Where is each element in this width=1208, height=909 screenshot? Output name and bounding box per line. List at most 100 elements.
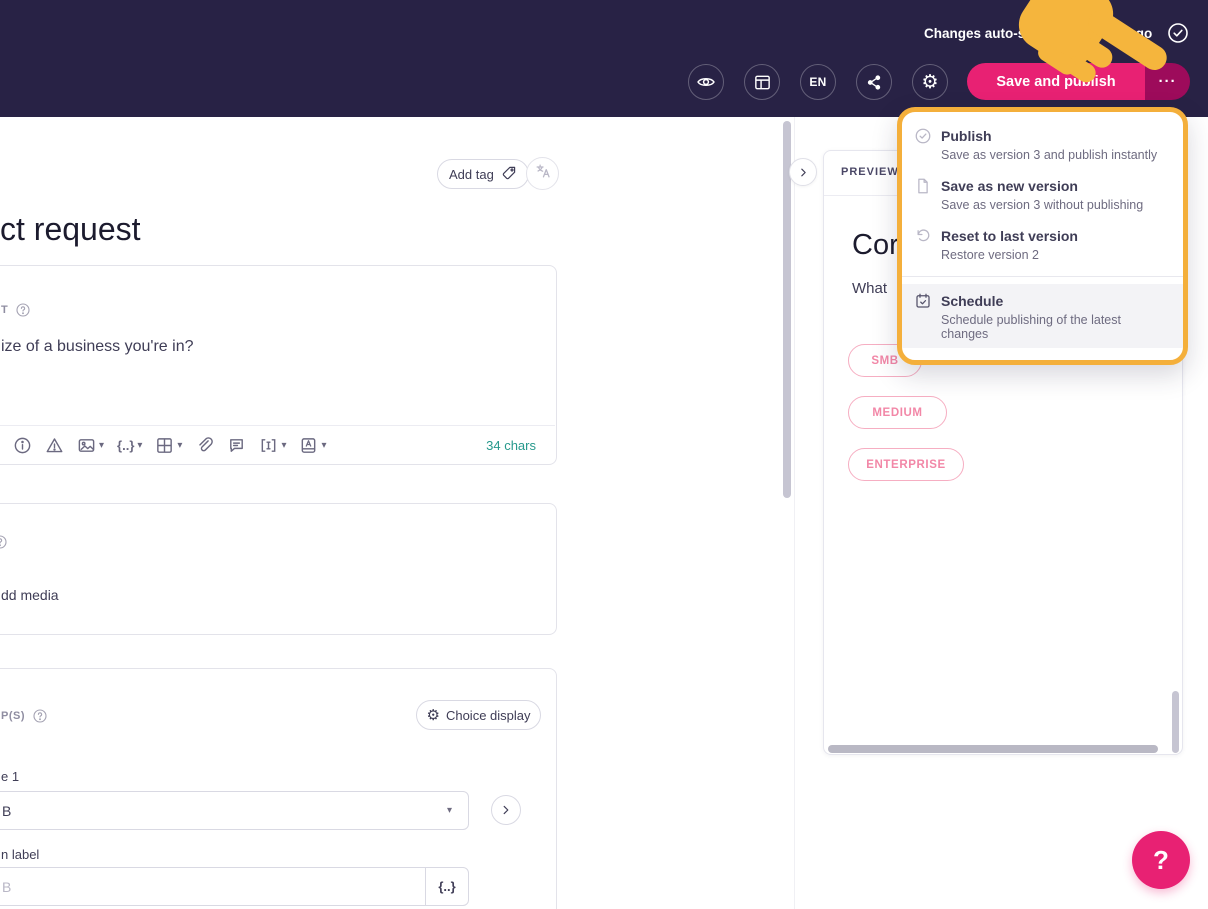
gear-icon: ⚙ xyxy=(921,71,939,93)
menu-item-subtitle: Restore version 2 xyxy=(941,248,1039,262)
preview-question-heading: Cor xyxy=(852,229,899,261)
chevron-down-icon: ▾ xyxy=(321,440,327,451)
preview-question-text: What xyxy=(852,280,888,297)
add-media-button[interactable]: dd media xyxy=(1,587,59,603)
save-and-publish-button[interactable]: Save and publish xyxy=(967,63,1145,100)
table-icon xyxy=(157,438,173,453)
menu-item-title: Publish xyxy=(941,128,992,144)
choice-1-value: B xyxy=(2,802,12,819)
menu-divider xyxy=(902,276,1183,277)
library-button[interactable]: ▾ xyxy=(299,436,327,455)
choice-display-label: Choice display xyxy=(445,707,531,723)
eye-icon xyxy=(696,72,716,92)
question-label-row: T xyxy=(1,302,31,318)
answers-help-icon[interactable] xyxy=(32,708,48,724)
question-label: T xyxy=(1,304,9,316)
button-label-input[interactable] xyxy=(0,868,425,905)
preview-horizontal-scrollbar[interactable] xyxy=(828,745,1158,753)
choice-1-select[interactable]: B ▾ xyxy=(0,791,469,830)
insert-image-button[interactable]: ▾ xyxy=(77,436,104,455)
chevron-right-icon xyxy=(503,805,509,815)
menu-item-subtitle: Save as version 3 without publishing xyxy=(941,198,1144,212)
gear-icon: ⚙ xyxy=(426,706,440,724)
variables-icon: {..} xyxy=(117,438,135,453)
translate-button[interactable] xyxy=(526,157,559,190)
save-split-button: Save and publish ··· xyxy=(967,63,1190,100)
survey-title[interactable]: ct request xyxy=(0,211,141,248)
choice-pill-medium[interactable]: MEDIUM xyxy=(848,396,947,429)
save-options-menu: Publish Save as version 3 and publish in… xyxy=(897,107,1188,365)
undo-icon xyxy=(914,227,932,245)
insert-variable-button[interactable]: {..} ▾ xyxy=(117,438,142,453)
settings-button[interactable]: ⚙ xyxy=(912,64,948,100)
layout-icon xyxy=(753,73,772,92)
language-button[interactable]: EN xyxy=(800,64,836,100)
tag-icon xyxy=(501,165,517,184)
question-card: T ize of a business you're in? ▾ {..} ▾ … xyxy=(0,265,557,465)
autosave-check-icon xyxy=(1166,21,1190,45)
button-label-input-group: {..} xyxy=(0,867,469,906)
info-icon xyxy=(14,437,31,454)
menu-item-subtitle: Save as version 3 and publish instantly xyxy=(941,148,1158,162)
comment-button[interactable] xyxy=(227,436,246,455)
help-button[interactable]: ? xyxy=(1132,831,1190,889)
attach-file-button[interactable] xyxy=(195,436,214,455)
answers-label-row: P(S) xyxy=(1,708,48,724)
choice-1-next-step-button[interactable] xyxy=(491,795,521,825)
language-badge: EN xyxy=(809,75,827,89)
media-help-icon[interactable] xyxy=(0,534,8,550)
panel-divider xyxy=(794,117,795,909)
calendar-check-icon xyxy=(914,292,932,310)
menu-item-reset-to-last-version[interactable]: Reset to last version Restore version 2 xyxy=(902,219,1183,269)
media-card: dd media xyxy=(0,503,557,635)
add-tag-button[interactable]: Add tag xyxy=(437,159,529,189)
menu-item-title: Schedule xyxy=(941,293,1004,309)
top-bar: Changes auto-sav s ago EN ⚙ Save and pub… xyxy=(0,0,1208,117)
menu-item-save-as-new-version[interactable]: Save as new version Save as version 3 wi… xyxy=(902,169,1183,219)
character-count: 34 chars xyxy=(486,438,536,453)
chevron-down-icon: ▾ xyxy=(281,440,287,451)
collapse-preview-button[interactable] xyxy=(789,158,817,186)
share-icon xyxy=(865,73,884,92)
insert-table-button[interactable]: ▾ xyxy=(155,436,182,455)
survey-builder-screen: Changes auto-sav s ago EN ⚙ Save and pub… xyxy=(0,0,1208,909)
insert-variable-button[interactable]: {..} xyxy=(425,868,468,905)
document-icon xyxy=(914,177,932,195)
menu-item-schedule[interactable]: Schedule Schedule publishing of the late… xyxy=(902,284,1183,348)
answers-card: P(S) ⚙ Choice display e 1 B ▾ n label {.… xyxy=(0,668,557,909)
chevron-down-icon: ▾ xyxy=(137,440,143,451)
check-circle-icon xyxy=(914,127,932,145)
question-text-editor[interactable]: ize of a business you're in? xyxy=(1,338,194,356)
save-more-options-button[interactable]: ··· xyxy=(1145,63,1190,100)
preview-vertical-scrollbar[interactable] xyxy=(1172,691,1179,753)
tab-preview[interactable]: PREVIEW xyxy=(841,166,899,178)
preview-eye-button[interactable] xyxy=(688,64,724,100)
layout-button[interactable] xyxy=(744,64,780,100)
image-icon xyxy=(78,439,95,452)
choice-pill-enterprise[interactable]: ENTERPRISE xyxy=(848,448,964,481)
chevron-down-icon: ▾ xyxy=(99,440,105,451)
chevron-down-icon: ▾ xyxy=(177,440,183,451)
share-button[interactable] xyxy=(856,64,892,100)
choice-1-label: e 1 xyxy=(1,769,20,784)
info-button[interactable] xyxy=(13,436,32,455)
question-mark-icon: ? xyxy=(1153,844,1169,875)
add-tag-label: Add tag xyxy=(449,166,494,182)
autosave-status-text-suffix: s ago xyxy=(1117,26,1153,41)
paperclip-icon xyxy=(199,437,214,452)
choice-display-button[interactable]: ⚙ Choice display xyxy=(416,700,541,730)
warning-icon xyxy=(46,438,63,453)
library-icon xyxy=(302,438,316,453)
autosave-status-text: Changes auto-sav xyxy=(924,26,1041,41)
chevron-right-icon xyxy=(800,168,806,176)
chevron-down-icon: ▾ xyxy=(446,805,452,816)
input-field-button[interactable]: ▾ xyxy=(259,436,286,455)
rich-text-toolbar: ▾ {..} ▾ ▾ ▾ ▾ 34 chars xyxy=(13,426,536,465)
input-field-icon xyxy=(262,439,276,452)
menu-item-publish[interactable]: Publish Save as version 3 and publish in… xyxy=(902,119,1183,169)
answers-label: P(S) xyxy=(1,710,25,722)
menu-item-title: Reset to last version xyxy=(941,228,1078,244)
translate-icon xyxy=(534,162,552,185)
warning-button[interactable] xyxy=(45,436,64,455)
question-help-icon[interactable] xyxy=(15,302,31,318)
